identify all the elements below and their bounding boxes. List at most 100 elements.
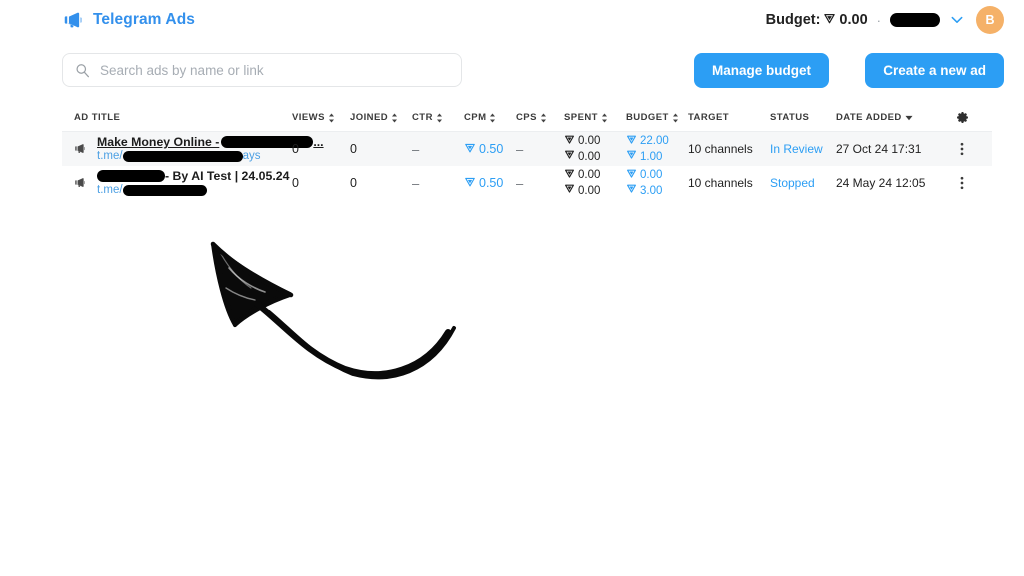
column-header-cps[interactable]: CPS [516,112,564,123]
column-header-ctr[interactable]: CTR [412,112,464,123]
spent-value-1: 0.00 [578,135,601,148]
spent-cell: 0.00 0.00 [564,134,626,165]
kebab-menu-icon [954,175,970,191]
search-input[interactable] [100,62,449,78]
table-row[interactable]: Make Money Online - ... t.me/ ays 0 0 – … [62,132,992,166]
target-cell: 10 channels [688,142,770,156]
column-header-views[interactable]: VIEWS [292,112,350,123]
telegram-star-icon [564,134,575,149]
column-label: BUDGET [626,112,669,123]
ad-title-suffix: - By AI Test | 24.05.24 [165,168,290,183]
views-value: 0 [292,176,299,190]
ads-table: AD TITLE VIEWS JOINED CTR CPM CPS SPENT … [62,106,992,200]
date-added-value: 24 May 24 12:05 [836,176,926,190]
spent-line-1: 0.00 [564,168,600,183]
telegram-star-icon [626,183,637,198]
target-value: 10 channels [688,176,753,190]
cpm-cell: 0.50 [464,176,516,190]
avatar-initial: B [985,13,995,27]
ad-title-stack: - By AI Test | 24.05.24 t.me/ [97,169,289,197]
cpm-value: 0.50 [479,176,504,190]
telegram-star-icon [464,176,479,190]
column-label: AD TITLE [74,112,121,123]
budget-value-1: 0.00 [640,169,663,182]
megaphone-icon [62,9,84,31]
column-header-budget[interactable]: BUDGET [626,112,688,123]
column-label: SPENT [564,112,598,123]
date-added-cell: 24 May 24 12:05 [836,176,942,190]
table-settings-button[interactable] [942,111,982,124]
row-menu-button[interactable] [942,175,982,191]
budget-value-2: 3.00 [640,184,663,197]
telegram-star-icon [564,183,575,198]
gear-icon [956,111,969,124]
cps-value: – [516,175,524,191]
telegram-star-icon [464,142,479,156]
spent-value-1: 0.00 [578,169,601,182]
telegram-star-icon [626,134,637,149]
ad-title-stack: Make Money Online - ... t.me/ ays [97,135,324,163]
budget-line-2: 3.00 [626,183,662,198]
column-header-cpm[interactable]: CPM [464,112,516,123]
sort-icon [436,113,443,123]
status-cell[interactable]: Stopped [770,176,836,190]
column-header-status: STATUS [770,112,836,123]
table-row[interactable]: - By AI Test | 24.05.24 t.me/ 0 0 – 0.50… [62,166,992,200]
brand-logo[interactable]: Telegram Ads [62,9,195,31]
ad-title-text: Make Money Online - [97,134,220,149]
sort-icon [672,113,679,123]
manage-budget-button[interactable]: Manage budget [693,53,829,88]
search-box[interactable] [62,53,462,87]
spent-stack: 0.00 0.00 [564,168,600,199]
app-root: Telegram Ads Budget: 0.00 · B Search ads… [0,0,1024,576]
column-label: CPS [516,112,537,123]
column-header-spent[interactable]: SPENT [564,112,626,123]
cpm-cell: 0.50 [464,142,516,156]
views-value: 0 [292,142,299,156]
avatar[interactable]: B [976,6,1004,34]
column-label: TARGET [688,112,730,123]
spent-line-2: 0.00 [564,183,600,198]
search-icon [75,63,90,78]
column-header-date-added[interactable]: DATE ADDED [836,112,942,123]
chevron-down-icon[interactable] [948,16,963,24]
budget-cell: 0.00 3.00 [626,168,688,199]
column-header-target: TARGET [688,112,770,123]
ad-link[interactable]: t.me/ [97,184,289,197]
joined-value: 0 [350,142,357,156]
budget-value-1: 22.00 [640,135,669,148]
budget-indicator[interactable]: Budget: 0.00 [766,12,868,29]
header-right-cluster: Budget: 0.00 · B [766,6,1004,34]
cps-value: – [516,141,524,157]
telegram-star-icon [823,12,836,29]
caret-down-icon [905,115,913,121]
ad-link[interactable]: t.me/ ays [97,150,324,163]
spent-line-1: 0.00 [564,134,600,149]
column-header-ad-title: AD TITLE [62,112,292,123]
ad-title-cell[interactable]: Make Money Online - ... t.me/ ays [62,135,324,163]
column-label: DATE ADDED [836,112,902,123]
separator-dot: · [876,12,881,28]
megaphone-icon [62,142,89,155]
ad-title-link[interactable]: Make Money Online - ... [97,135,324,149]
row-menu-button[interactable] [942,141,982,157]
spent-line-2: 0.00 [564,149,600,164]
budget-amount: 0.00 [839,12,868,28]
status-cell[interactable]: In Review [770,142,836,156]
date-added-value: 27 Oct 24 17:31 [836,142,922,156]
sort-icon [489,113,496,123]
cpm-value: 0.50 [479,142,504,156]
ctr-cell: – [412,142,464,157]
ad-title-link[interactable]: - By AI Test | 24.05.24 [97,169,289,183]
redacted-account-name [890,13,940,27]
column-header-joined[interactable]: JOINED [350,112,412,123]
views-cell: 0 [292,176,350,190]
table-header-row: AD TITLE VIEWS JOINED CTR CPM CPS SPENT … [62,106,992,132]
sort-icon [328,113,335,123]
cps-cell: – [516,142,564,157]
joined-cell: 0 [350,142,412,156]
top-header-bar: Telegram Ads Budget: 0.00 · B [0,0,1024,42]
create-new-ad-button[interactable]: Create a new ad [865,53,1004,88]
ad-title-cell[interactable]: - By AI Test | 24.05.24 t.me/ [62,169,292,197]
brand-label: Telegram Ads [93,11,195,28]
